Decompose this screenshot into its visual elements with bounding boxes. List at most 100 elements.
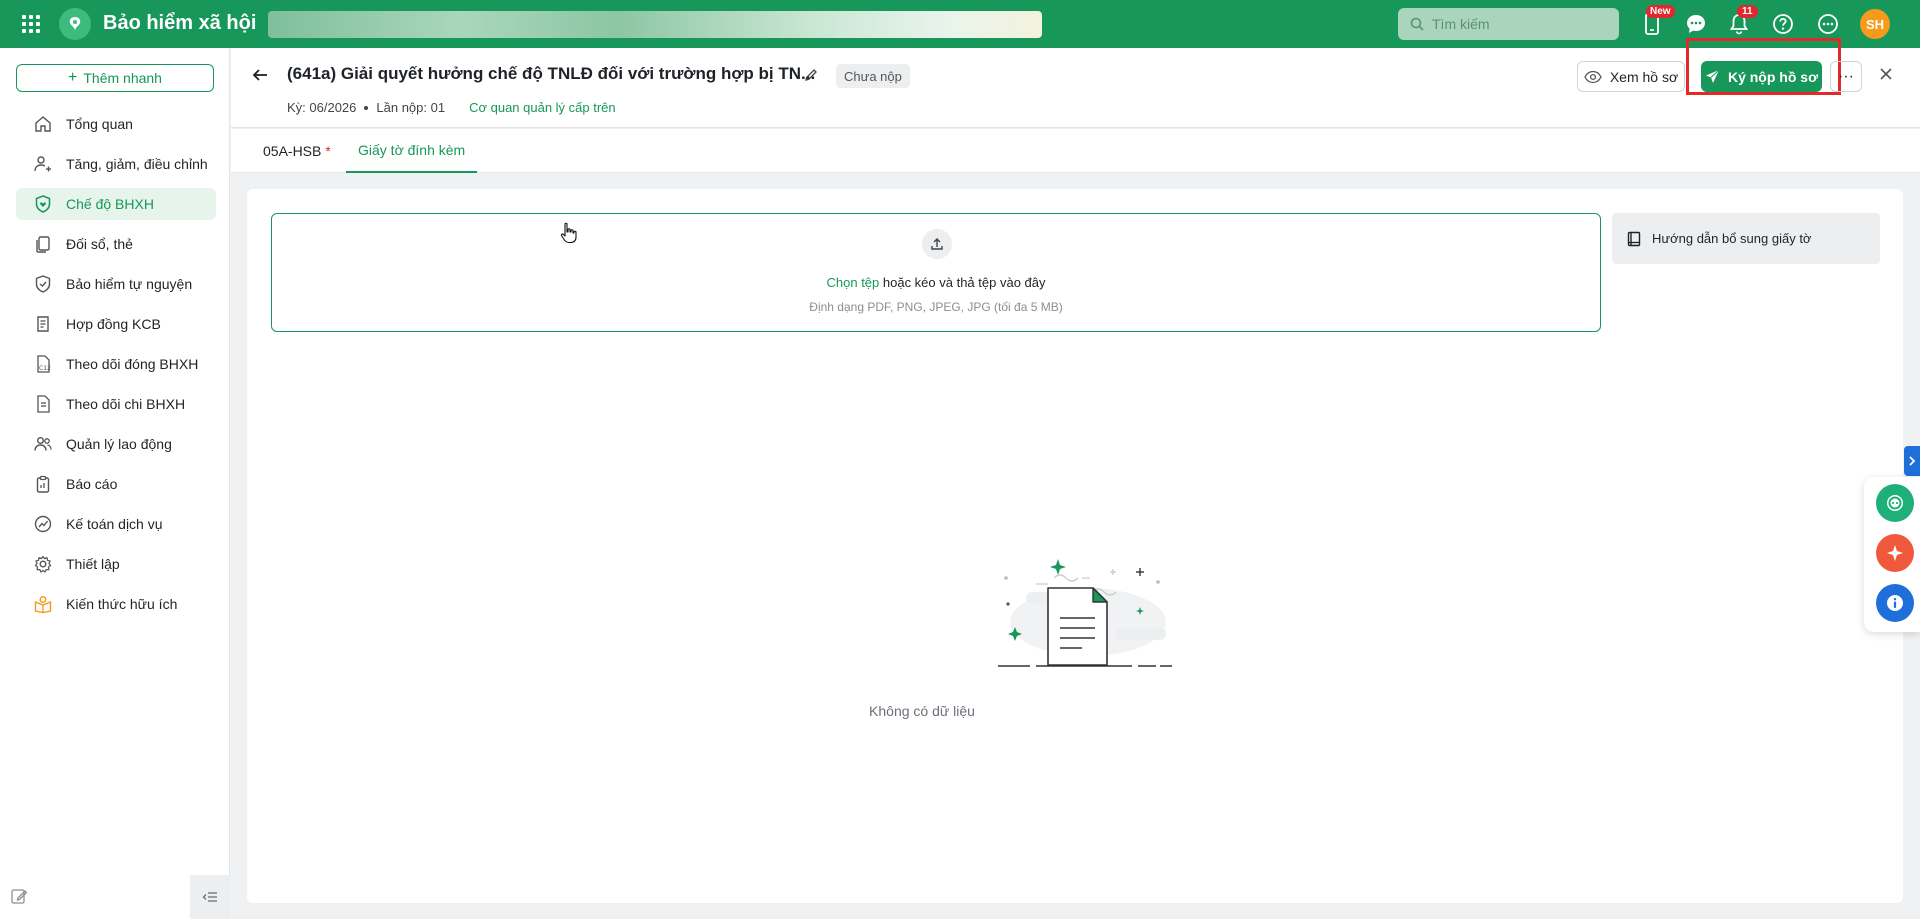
view-document-button[interactable]: Xem hồ sơ bbox=[1577, 61, 1685, 92]
sidebar-item-label: Đối sổ, thẻ bbox=[66, 236, 133, 252]
sign-submit-button[interactable]: Ký nộp hồ sơ bbox=[1701, 61, 1822, 92]
sidebar-item-label: Theo dõi chi BHXH bbox=[66, 396, 186, 412]
help-icon[interactable] bbox=[1771, 12, 1795, 36]
sidebar-item-label: Hợp đồng KCB bbox=[66, 316, 161, 332]
sidebar-footer bbox=[0, 875, 230, 919]
guide-label: Hướng dẫn bổ sung giấy tờ bbox=[1652, 231, 1812, 246]
document-money-icon bbox=[37, 395, 50, 413]
app-logo bbox=[59, 8, 91, 40]
sidebar-item-doi-so-the[interactable]: Đối sổ, thẻ bbox=[16, 228, 216, 260]
gear-icon bbox=[34, 555, 52, 573]
eye-icon bbox=[1584, 70, 1602, 83]
document-meta: Kỳ: 06/2026 Lần nộp: 01 Cơ quan quản lý … bbox=[287, 100, 616, 115]
back-arrow-icon[interactable] bbox=[251, 66, 269, 89]
hand-cursor-icon bbox=[560, 222, 577, 244]
floating-actions bbox=[1864, 477, 1920, 632]
empty-state-text: Không có dữ liệu bbox=[869, 703, 975, 719]
search-input[interactable]: Tìm kiếm bbox=[1398, 8, 1619, 40]
chat-icon[interactable] bbox=[1684, 12, 1708, 36]
status-badge: Chưa nộp bbox=[836, 64, 910, 88]
agency-link[interactable]: Cơ quan quản lý cấp trên bbox=[469, 100, 616, 115]
chevron-right-icon bbox=[1909, 456, 1916, 466]
sidebar-item-bao-cao[interactable]: Báo cáo bbox=[16, 468, 216, 500]
attachments-panel: Chọn tệp hoặc kéo và thả tệp vào đây Địn… bbox=[247, 189, 1903, 903]
page-title: (641a) Giải quyết hưởng chế độ TNLĐ đối … bbox=[287, 64, 816, 83]
sidebar-item-tang-giam[interactable]: Tăng, giảm, điều chỉnh bbox=[16, 148, 216, 180]
tab-attachments[interactable]: Giấy tờ đính kèm bbox=[346, 129, 478, 173]
file-format-hint: Định dạng PDF, PNG, JPEG, JPG (tối đa 5 … bbox=[809, 300, 1063, 314]
choose-file-link[interactable]: Chọn tệp bbox=[827, 275, 880, 290]
feedback-edit-icon[interactable] bbox=[10, 887, 28, 910]
upload-icon bbox=[922, 229, 952, 259]
sidebar: + Thêm nhanh Tổng quan Tăng, giảm, điều … bbox=[0, 48, 230, 919]
submission-text: Lần nộp: 01 bbox=[376, 100, 446, 115]
period-text: Kỳ: 06/2026 bbox=[287, 100, 357, 115]
tab-label: Giấy tờ đính kèm bbox=[358, 142, 466, 158]
empty-document-illustration bbox=[998, 559, 1172, 667]
sidebar-item-quan-ly-lao-dong[interactable]: Quản lý lao động bbox=[16, 428, 216, 460]
sidebar-item-label: Theo dõi đóng BHXH bbox=[66, 356, 199, 372]
search-placeholder: Tìm kiếm bbox=[1432, 16, 1490, 32]
document-header: (641a) Giải quyết hưởng chế độ TNLĐ đối … bbox=[231, 38, 1920, 128]
chatbot-icon[interactable] bbox=[1876, 484, 1914, 522]
sidebar-item-theo-doi-chi[interactable]: Theo dõi chi BHXH bbox=[16, 388, 216, 420]
sidebar-item-label: Tăng, giảm, điều chỉnh bbox=[66, 156, 208, 172]
sidebar-item-thiet-lap[interactable]: Thiết lập bbox=[16, 548, 216, 580]
sign-submit-label: Ký nộp hồ sơ bbox=[1727, 68, 1819, 85]
sidebar-item-theo-doi-dong[interactable]: C12 Theo dõi đóng BHXH bbox=[16, 348, 216, 380]
new-badge: New bbox=[1646, 5, 1675, 18]
book-icon bbox=[1627, 231, 1641, 246]
sidebar-nav: Tổng quan Tăng, giảm, điều chỉnh Chế độ … bbox=[16, 108, 216, 628]
collapse-sidebar-button[interactable] bbox=[190, 875, 230, 919]
search-icon bbox=[1410, 17, 1424, 31]
attachment-guide-button[interactable]: Hướng dẫn bổ sung giấy tờ bbox=[1612, 213, 1880, 264]
more-options-icon[interactable] bbox=[1816, 12, 1840, 36]
sidebar-item-label: Báo cáo bbox=[66, 476, 118, 492]
home-icon bbox=[35, 116, 51, 132]
tab-label: 05A-HSB bbox=[263, 143, 322, 159]
info-icon[interactable] bbox=[1876, 584, 1914, 622]
users-icon bbox=[34, 437, 52, 451]
sidebar-item-bao-hiem-tu-nguyen[interactable]: Bảo hiểm tự nguyện bbox=[16, 268, 216, 300]
separator-dot bbox=[364, 105, 369, 110]
user-avatar[interactable]: SH bbox=[1860, 9, 1890, 39]
c12-document-icon: C12 bbox=[37, 355, 51, 373]
sidebar-item-label: Quản lý lao động bbox=[66, 436, 172, 452]
more-actions-button[interactable]: ··· bbox=[1830, 61, 1862, 92]
app-title: Bảo hiểm xã hội bbox=[103, 12, 257, 34]
edit-title-icon[interactable] bbox=[803, 67, 819, 88]
quick-add-button[interactable]: + Thêm nhanh bbox=[16, 64, 214, 92]
expand-panel-button[interactable] bbox=[1904, 446, 1920, 476]
chart-circle-icon bbox=[34, 515, 52, 533]
clipboard-icon bbox=[36, 475, 50, 493]
contract-icon bbox=[37, 316, 49, 332]
close-icon[interactable] bbox=[1878, 66, 1894, 87]
sidebar-item-label: Tổng quan bbox=[66, 116, 133, 132]
app-grid-icon[interactable] bbox=[21, 14, 41, 34]
shield-heart-icon bbox=[35, 195, 51, 213]
dropzone-instruction: Chọn tệp hoặc kéo và thả tệp vào đây bbox=[272, 275, 1600, 290]
document-tabs: 05A-HSB * Giấy tờ đính kèm bbox=[231, 129, 1920, 173]
view-document-label: Xem hồ sơ bbox=[1609, 68, 1679, 85]
sidebar-item-tong-quan[interactable]: Tổng quan bbox=[16, 108, 216, 140]
collapse-icon bbox=[202, 892, 217, 902]
cards-icon bbox=[36, 236, 50, 253]
drop-text: hoặc kéo và thả tệp vào đây bbox=[879, 275, 1046, 290]
tab-05a-hsb[interactable]: 05A-HSB * bbox=[263, 129, 331, 173]
sidebar-item-label: Kế toán dịch vụ bbox=[66, 516, 163, 532]
shield-icon bbox=[35, 275, 51, 293]
ai-sparkle-icon[interactable] bbox=[1876, 534, 1914, 572]
sidebar-item-hop-dong-kcb[interactable]: Hợp đồng KCB bbox=[16, 308, 216, 340]
file-dropzone[interactable]: Chọn tệp hoặc kéo và thả tệp vào đây Địn… bbox=[271, 213, 1601, 332]
sidebar-item-label: Bảo hiểm tự nguyện bbox=[66, 276, 193, 292]
sidebar-item-label: Kiến thức hữu ích bbox=[66, 596, 178, 612]
sidebar-item-ke-toan-dich-vu[interactable]: Kế toán dịch vụ bbox=[16, 508, 216, 540]
top-bar: Bảo hiểm xã hội Tìm kiếm New 11 SH bbox=[0, 0, 1920, 48]
send-icon bbox=[1705, 69, 1720, 83]
lightbulb-book-icon bbox=[34, 596, 52, 614]
notification-count-badge: 11 bbox=[1737, 5, 1758, 18]
sidebar-item-kien-thuc[interactable]: Kiến thức hữu ích bbox=[16, 588, 216, 620]
sidebar-item-che-do-bhxh[interactable]: Chế độ BHXH bbox=[16, 188, 216, 220]
svg-text:C12: C12 bbox=[39, 365, 51, 372]
plus-icon: + bbox=[68, 69, 78, 86]
